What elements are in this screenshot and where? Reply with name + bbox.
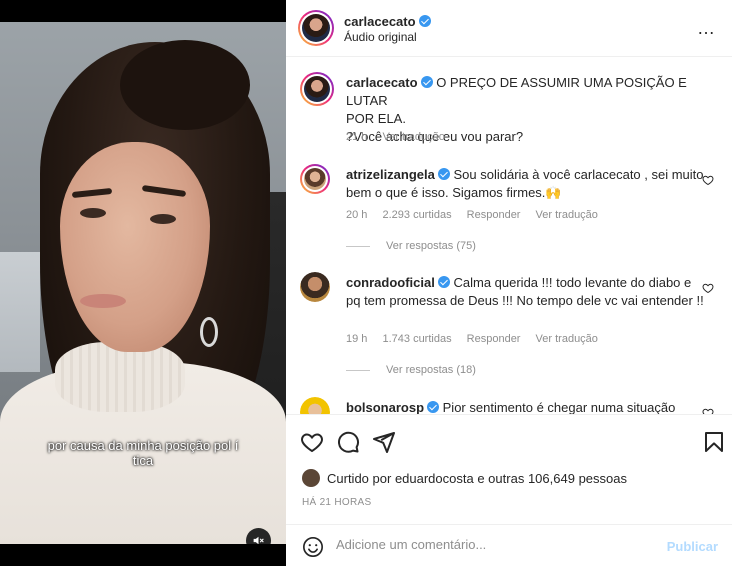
caption-username[interactable]: carlacecato	[346, 75, 418, 90]
turtleneck-collar	[55, 342, 185, 412]
liked-by-user[interactable]: eduardocosta	[395, 471, 474, 486]
subtitle-line-1: por causa da minha posição pol í	[47, 438, 239, 453]
publish-button[interactable]: Publicar	[667, 539, 718, 554]
comment-time: 19 h	[346, 333, 368, 345]
replies-divider	[346, 369, 370, 371]
verified-badge-icon	[418, 15, 431, 27]
caption-avatar[interactable]	[300, 72, 334, 106]
caption-translate-link[interactable]: Ver tradução	[382, 131, 444, 143]
like-comment-heart-icon[interactable]	[702, 407, 714, 414]
view-replies-button[interactable]: Ver respostas (75)	[346, 240, 476, 252]
video-subtitle: por causa da minha posição pol í tica	[18, 438, 268, 468]
car-window	[0, 252, 40, 372]
comments-list[interactable]: carlacecato O PREÇO DE ASSUMIR UMA POSIÇ…	[286, 58, 732, 414]
liker-avatar[interactable]	[302, 469, 320, 487]
comment-item: conradooficial Calma querida !!! todo le…	[300, 272, 720, 382]
liked-unit: pessoas	[578, 470, 627, 486]
comment-translate-link[interactable]: Ver tradução	[536, 333, 598, 345]
verified-badge-icon	[427, 401, 440, 413]
replies-divider	[346, 245, 370, 247]
commenter-username[interactable]: atrizelizangela	[346, 167, 435, 182]
comment-text: conradooficial Calma querida !!! todo le…	[346, 274, 706, 310]
verified-badge-icon	[437, 168, 450, 180]
commenter-avatar[interactable]	[300, 397, 330, 414]
speaker-muted-icon	[253, 536, 264, 544]
more-options-icon[interactable]: …	[697, 18, 716, 39]
subtitle-line-2: tica	[132, 453, 154, 468]
hoop-earring	[200, 317, 218, 347]
view-replies-label: Ver respostas (75)	[386, 240, 476, 252]
liked-by-prefix: Curtido por	[327, 470, 392, 486]
comment-text: bolsonarosp Pior sentimento é chegar num…	[346, 399, 706, 414]
post-caption: carlacecato O PREÇO DE ASSUMIR UMA POSIÇ…	[300, 72, 720, 152]
verified-badge-icon	[420, 76, 433, 88]
author-name-row: carlacecato	[344, 13, 431, 31]
like-heart-icon[interactable]	[300, 430, 324, 454]
like-comment-heart-icon[interactable]	[702, 174, 714, 186]
commenter-username[interactable]: bolsonarosp	[346, 400, 424, 414]
liked-by-suffix: e outras	[477, 470, 525, 486]
comment-translate-link[interactable]: Ver tradução	[536, 209, 598, 221]
author-avatar[interactable]	[298, 10, 334, 46]
comment-likes[interactable]: 2.293 curtidas	[382, 209, 451, 221]
save-bookmark-icon[interactable]	[702, 430, 726, 454]
view-replies-label: Ver respostas (18)	[386, 364, 476, 376]
emoji-icon[interactable]	[302, 536, 324, 558]
view-replies-button[interactable]: Ver respostas (18)	[346, 364, 476, 376]
comment-item: bolsonarosp Pior sentimento é chegar num…	[300, 397, 720, 414]
liked-by: Curtido por eduardocosta e outras 106,64…	[302, 469, 627, 487]
share-send-icon[interactable]	[372, 430, 396, 454]
instagram-post-viewer: por causa da minha posição pol í tica ca…	[0, 0, 732, 566]
commenter-avatar[interactable]	[300, 272, 330, 302]
reply-button[interactable]: Responder	[467, 333, 521, 345]
audio-label[interactable]: Áudio original	[344, 30, 417, 44]
comment-bubble-icon[interactable]	[336, 430, 360, 454]
comment-item: atrizelizangela Sou solidária à você car…	[300, 164, 720, 254]
verified-badge-icon	[437, 276, 450, 288]
commenter-avatar[interactable]	[300, 164, 330, 194]
post-header: carlacecato Áudio original …	[286, 0, 732, 57]
comment-text: atrizelizangela Sou solidária à você car…	[346, 166, 706, 202]
comment-likes[interactable]: 1.743 curtidas	[382, 333, 451, 345]
caption-line-2: POR ELA.	[346, 111, 406, 126]
post-panel: carlacecato Áudio original … carlacecato…	[286, 0, 732, 566]
post-video[interactable]: por causa da minha posição pol í tica	[0, 22, 286, 544]
like-comment-heart-icon[interactable]	[702, 282, 714, 294]
comment-body: Pior sentimento é chegar numa situação	[442, 400, 676, 414]
left-eye	[80, 208, 106, 218]
caption-time: 21 h	[346, 131, 368, 143]
commenter-username[interactable]: conradooficial	[346, 275, 435, 290]
comment-time: 20 h	[346, 209, 368, 221]
author-username[interactable]: carlacecato	[344, 14, 416, 29]
reply-button[interactable]: Responder	[467, 209, 521, 221]
caption-meta: 21 h Ver tradução	[346, 131, 457, 143]
post-actions: Curtido por eduardocosta e outras 106,64…	[286, 414, 732, 524]
right-eye	[150, 214, 176, 224]
liked-count[interactable]: 106,649	[528, 471, 575, 486]
hair-bun	[120, 40, 250, 130]
comment-input[interactable]	[336, 537, 656, 552]
add-comment-bar: Publicar	[286, 524, 732, 566]
post-time-ago[interactable]: HÁ 21 HORAS	[302, 497, 371, 508]
comment-meta: 20 h 2.293 curtidas Responder Ver traduç…	[346, 209, 610, 221]
lips	[80, 294, 126, 308]
comment-meta: 19 h 1.743 curtidas Responder Ver traduç…	[346, 333, 610, 345]
